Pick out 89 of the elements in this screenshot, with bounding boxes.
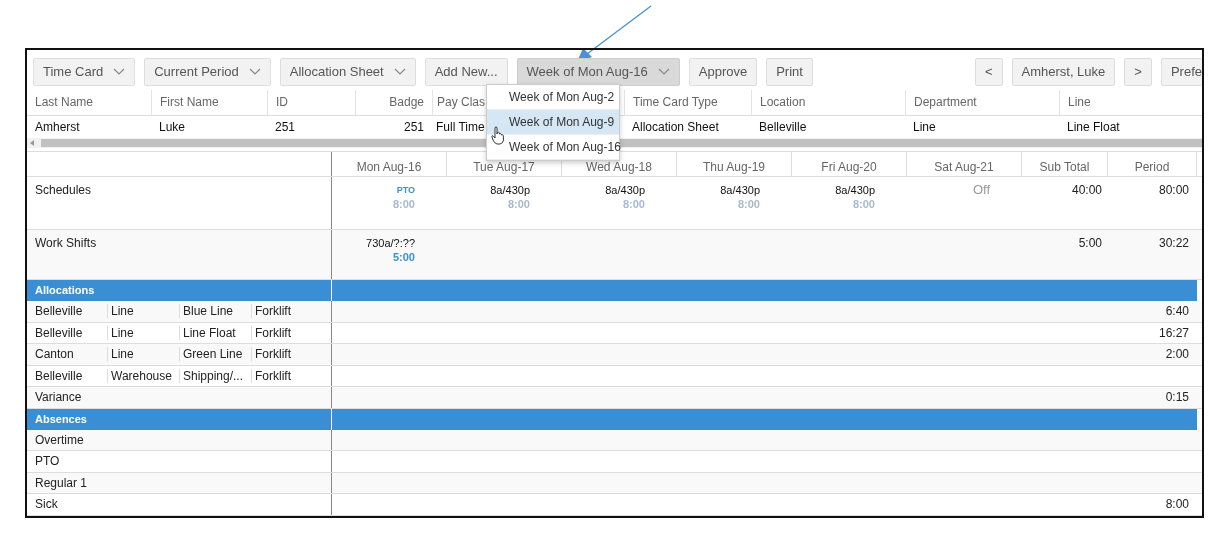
toolbar-button[interactable]: Add New... <box>424 57 508 86</box>
period-total: 0:15 <box>1165 390 1189 405</box>
caret-icon <box>657 68 670 75</box>
row-label: Variance <box>35 390 83 405</box>
table-cell: Belleville <box>759 120 807 134</box>
table-cell: Luke <box>159 120 186 134</box>
allocation-field: Green Line <box>179 347 251 362</box>
row-label: Overtime <box>35 432 85 447</box>
allocation-field: Belleville <box>35 325 107 340</box>
caret-icon <box>248 68 261 75</box>
period-total: 8:00 <box>1165 497 1189 512</box>
period-total: 2:00 <box>1165 347 1189 362</box>
column-header: Badge <box>389 95 424 109</box>
toolbar-button[interactable]: Amherst, Luke <box>1011 57 1116 86</box>
column-header: Sub Total <box>1022 152 1108 176</box>
table-cell: Full Time <box>436 120 485 134</box>
pay-code: PTO <box>396 184 415 197</box>
column-header: Location <box>760 95 806 109</box>
period-total: 80:00 <box>1158 183 1189 197</box>
column-header: ID <box>276 95 288 109</box>
allocation-field: Forklift <box>251 304 323 319</box>
column-header: Mon Aug-16 <box>332 152 447 176</box>
column-header: Pay Clas <box>437 95 486 109</box>
row-label: Regular 1 <box>35 475 89 490</box>
period-total: 16:27 <box>1158 325 1189 340</box>
hours-value: 8:00 <box>507 197 530 211</box>
allocation-field: Belleville <box>35 368 107 383</box>
sub-total: 40:00 <box>1071 183 1102 197</box>
period-total: 6:40 <box>1165 304 1189 319</box>
column-header: Fri Aug-20 <box>792 152 907 176</box>
toolbar-button[interactable]: Approve <box>688 57 758 86</box>
allocation-field: Line <box>107 347 179 362</box>
column-header: Period <box>1108 152 1197 176</box>
menu-item[interactable]: Week of Mon Aug-9 <box>487 110 619 135</box>
dropdown-button[interactable]: Current Period <box>144 57 271 86</box>
hours-value: 8:00 <box>392 197 415 211</box>
shift-time: 8a/430p <box>835 183 875 197</box>
table-cell: 251 <box>403 120 424 134</box>
section-header: Absences <box>27 408 332 430</box>
hand-cursor-icon <box>491 126 505 145</box>
allocation-field: Warehouse <box>107 368 179 383</box>
row-label: Sick <box>35 497 59 512</box>
toolbar-button[interactable]: > <box>1124 57 1152 86</box>
caret-icon <box>393 68 406 75</box>
sub-total: 5:00 <box>1078 236 1102 250</box>
column-header: Time Card Type <box>633 95 718 109</box>
table-cell: Allocation Sheet <box>632 120 719 134</box>
allocation-field: Canton <box>35 347 107 362</box>
caret-icon <box>113 68 126 75</box>
hours-value: 8:00 <box>737 197 760 211</box>
shift-time: 730a/?:?? <box>366 236 415 250</box>
scroll-left-icon[interactable] <box>30 140 34 146</box>
hours-value: 8:00 <box>622 197 645 211</box>
allocation-field: Belleville <box>35 304 107 319</box>
shift-time: 8a/430p <box>490 183 530 197</box>
table-cell: Line <box>913 120 936 134</box>
allocation-field: Line <box>107 325 179 340</box>
section-header: Allocations <box>27 280 332 301</box>
column-header: Last Name <box>35 95 94 109</box>
dropdown-button[interactable]: Time Card <box>33 57 136 86</box>
table-cell: Amherst <box>35 120 80 134</box>
row-label: PTO <box>35 454 61 469</box>
shift-time: 8a/430p <box>720 183 760 197</box>
allocation-field: Line Float <box>179 325 251 340</box>
dropdown-button[interactable]: Week of Mon Aug-16 <box>516 57 680 86</box>
allocation-field: Blue Line <box>179 304 251 319</box>
row-label: Schedules <box>35 183 92 197</box>
period-total: 30:22 <box>1158 236 1189 250</box>
row-label: Work Shifts <box>35 236 97 250</box>
column-header: Department <box>914 95 977 109</box>
toolbar-button[interactable]: Print <box>766 57 813 86</box>
column-header: Sat Aug-21 <box>907 152 1022 176</box>
column-header: Thu Aug-19 <box>677 152 792 176</box>
column-header: Line <box>1068 95 1091 109</box>
day-off: Off <box>972 183 990 197</box>
toolbar-button[interactable]: Prefe <box>1160 57 1202 86</box>
hours-value: 5:00 <box>392 250 415 264</box>
allocation-field: Forklift <box>251 368 323 383</box>
table-cell: Line Float <box>1067 120 1120 134</box>
allocation-field: Forklift <box>251 347 323 362</box>
shift-time: 8a/430p <box>605 183 645 197</box>
table-cell: 251 <box>275 120 296 134</box>
toolbar-button[interactable]: < <box>974 57 1003 86</box>
allocation-field: Shipping/... <box>179 368 251 383</box>
allocation-field: Line <box>107 304 179 319</box>
column-header: First Name <box>160 95 219 109</box>
dropdown-button[interactable]: Allocation Sheet <box>279 57 416 86</box>
hours-value: 8:00 <box>852 197 875 211</box>
allocation-field: Forklift <box>251 325 323 340</box>
